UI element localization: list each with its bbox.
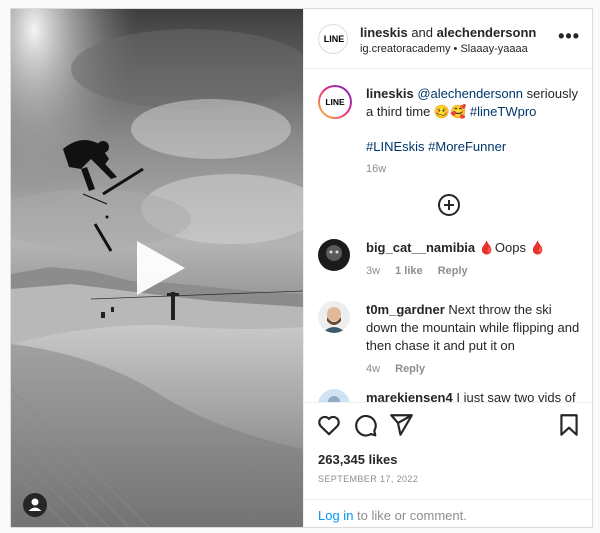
video-player[interactable] — [11, 9, 303, 527]
post-date[interactable]: SEPTEMBER 17, 2022 — [318, 474, 418, 484]
account-avatar[interactable]: LINE — [318, 24, 348, 54]
comment-text: marekjensen4 I just saw two vids of — [366, 389, 581, 402]
comment-age[interactable]: 3w — [366, 265, 380, 277]
reply-button[interactable]: Reply — [438, 265, 468, 277]
caption-text: lineskis @alechendersonn seriously a thi… — [366, 85, 581, 121]
comment-username[interactable]: marekjensen4 — [366, 390, 453, 402]
comment-meta: 4w Reply — [366, 363, 437, 375]
plus-circle-icon[interactable] — [438, 194, 460, 216]
commenter-avatar[interactable] — [318, 389, 350, 402]
comment-age[interactable]: 4w — [366, 363, 380, 375]
account-logo-text: LINE — [323, 34, 345, 44]
send-icon[interactable] — [388, 412, 414, 438]
more-horizontal-icon[interactable]: ••• — [558, 27, 580, 45]
comment-text: t0m_gardner Next throw the ski down the … — [366, 301, 581, 355]
authors-conjunction: and — [407, 25, 437, 40]
comment-body: 🩸Oops 🩸 — [475, 240, 546, 255]
login-prompt-text: to like or comment. — [353, 508, 467, 523]
author-link-lineskis[interactable]: lineskis — [360, 25, 408, 40]
comment-username[interactable]: big_cat__namibia — [366, 240, 475, 255]
comment-body: I just saw two vids of — [452, 390, 576, 402]
comment-icon[interactable] — [352, 412, 378, 438]
post-details-panel: LINE lineskis and alechendersonn ig.crea… — [303, 9, 592, 527]
caption-hashtag[interactable]: #lineTWpro — [470, 104, 536, 119]
play-icon[interactable] — [127, 237, 189, 299]
caption-age[interactable]: 16w — [366, 163, 386, 175]
post-dialog: LINE lineskis and alechendersonn ig.crea… — [10, 8, 593, 528]
post-subtitle[interactable]: ig.creatoracademy • Slaaay-yaaaa — [360, 43, 528, 55]
caption-avatar[interactable]: LINE — [318, 85, 352, 119]
heart-icon[interactable] — [316, 412, 342, 438]
login-prompt: Log in to like or comment. — [318, 508, 467, 523]
likes-count[interactable]: 263,345 likes — [318, 452, 398, 467]
comments-section[interactable]: LINE lineskis @alechendersonn seriously … — [304, 69, 592, 402]
post-authors: lineskis and alechendersonn — [360, 25, 536, 40]
author-link-alechendersonn[interactable]: alechendersonn — [437, 25, 537, 40]
post-header: LINE lineskis and alechendersonn ig.crea… — [304, 9, 592, 69]
caption-hashtags[interactable]: #LINEskis #MoreFunner — [366, 139, 506, 154]
reply-button[interactable]: Reply — [395, 363, 425, 375]
comment-username[interactable]: t0m_gardner — [366, 302, 445, 317]
comment-text: big_cat__namibia 🩸Oops 🩸 — [366, 239, 581, 257]
post-actions — [304, 402, 592, 448]
login-footer: Log in to like or comment. — [304, 499, 592, 527]
caption-avatar-text: LINE — [325, 97, 345, 107]
commenter-avatar[interactable] — [318, 301, 350, 333]
bookmark-icon[interactable] — [556, 412, 582, 438]
comment-likes[interactable]: 1 like — [395, 265, 423, 277]
caption-mention[interactable]: @alechendersonn — [417, 86, 523, 101]
commenter-avatar[interactable] — [318, 239, 350, 271]
login-link[interactable]: Log in — [318, 508, 353, 523]
caption-username[interactable]: lineskis — [366, 86, 414, 101]
user-icon[interactable] — [23, 493, 47, 517]
comment-meta: 3w 1 like Reply — [366, 265, 480, 277]
